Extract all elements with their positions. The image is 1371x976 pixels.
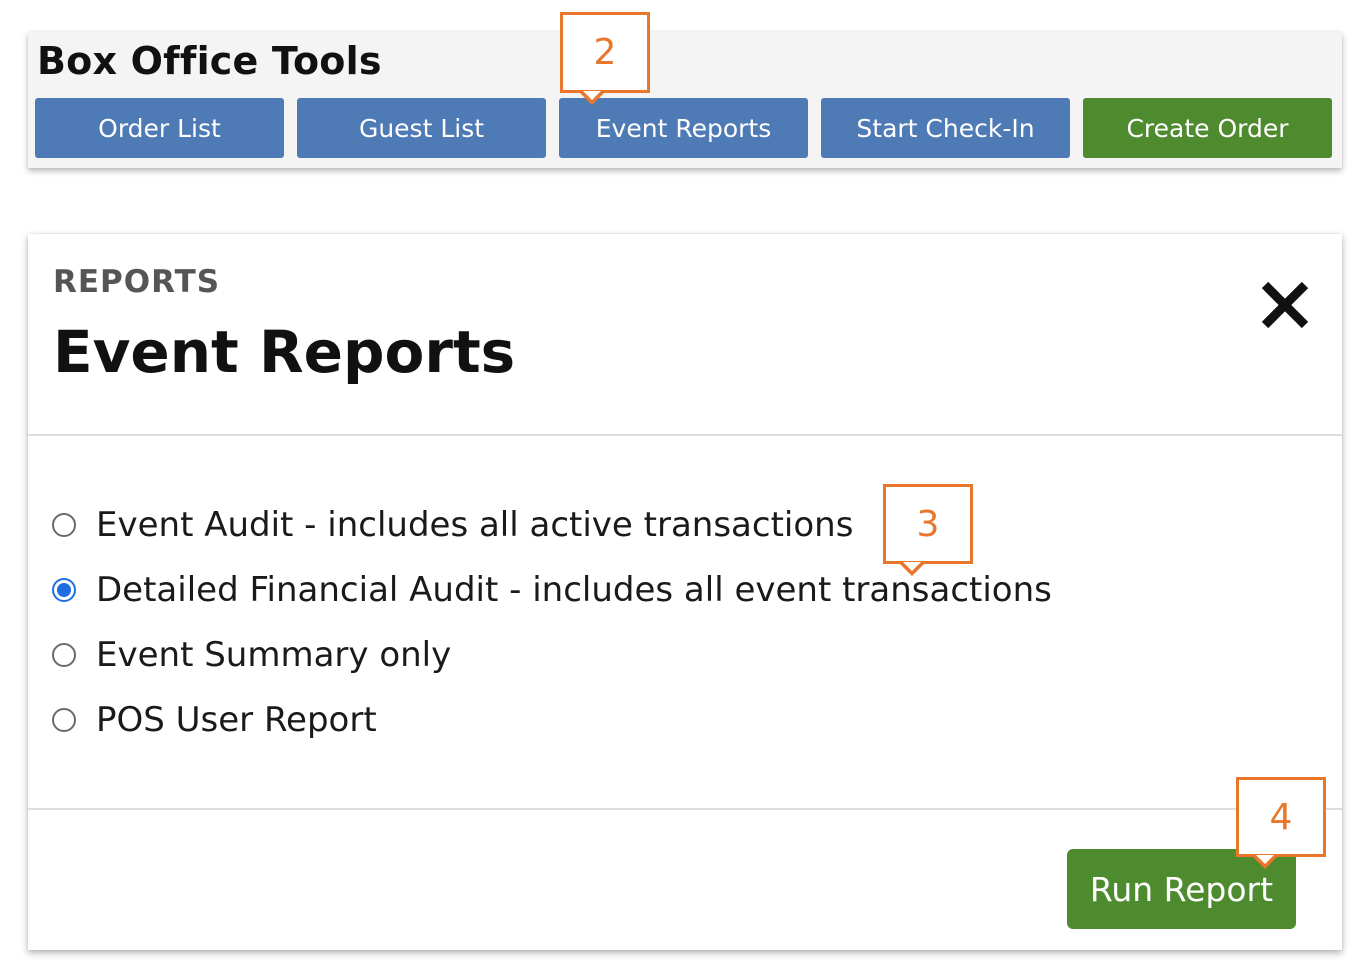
- radio-label: Detailed Financial Audit - includes all …: [96, 570, 1052, 610]
- report-option-event-summary[interactable]: Event Summary only: [52, 630, 451, 680]
- footer-divider: [28, 808, 1342, 810]
- radio-label: Event Audit - includes all active transa…: [96, 505, 854, 545]
- order-list-button[interactable]: Order List: [35, 98, 284, 158]
- event-reports-button[interactable]: Event Reports: [559, 98, 808, 158]
- callout-pointer-inner: [1256, 855, 1274, 864]
- start-check-in-button[interactable]: Start Check-In: [821, 98, 1070, 158]
- close-icon[interactable]: [1256, 276, 1314, 334]
- radio-event-audit[interactable]: [52, 513, 76, 537]
- event-reports-modal: REPORTS Event Reports Event Audit - incl…: [28, 234, 1342, 950]
- radio-label: POS User Report: [96, 700, 377, 740]
- box-office-toolbar: Box Office Tools Order List Guest List E…: [28, 32, 1342, 168]
- modal-title: Event Reports: [53, 318, 516, 386]
- create-order-button[interactable]: Create Order: [1083, 98, 1332, 158]
- step-number: 4: [1269, 796, 1293, 838]
- report-option-event-audit[interactable]: Event Audit - includes all active transa…: [52, 500, 853, 550]
- step-callout-4: 4: [1236, 777, 1326, 869]
- radio-detailed-financial-audit[interactable]: [52, 578, 76, 602]
- radio-pos-user-report[interactable]: [52, 708, 76, 732]
- radio-label: Event Summary only: [96, 635, 452, 675]
- callout-pointer-inner: [903, 562, 921, 571]
- step-number: 2: [593, 32, 617, 73]
- step-callout-2: 2: [560, 12, 650, 105]
- guest-list-button[interactable]: Guest List: [297, 98, 546, 158]
- header-divider: [28, 434, 1342, 436]
- report-option-pos-user-report[interactable]: POS User Report: [52, 695, 377, 745]
- close-icon-svg: [1261, 281, 1309, 329]
- radio-event-summary[interactable]: [52, 643, 76, 667]
- callout-pointer-inner: [583, 91, 601, 100]
- modal-eyebrow: REPORTS: [53, 264, 221, 300]
- toolbar-title: Box Office Tools: [37, 39, 382, 83]
- step-number: 3: [916, 503, 940, 545]
- step-callout-3: 3: [883, 484, 973, 576]
